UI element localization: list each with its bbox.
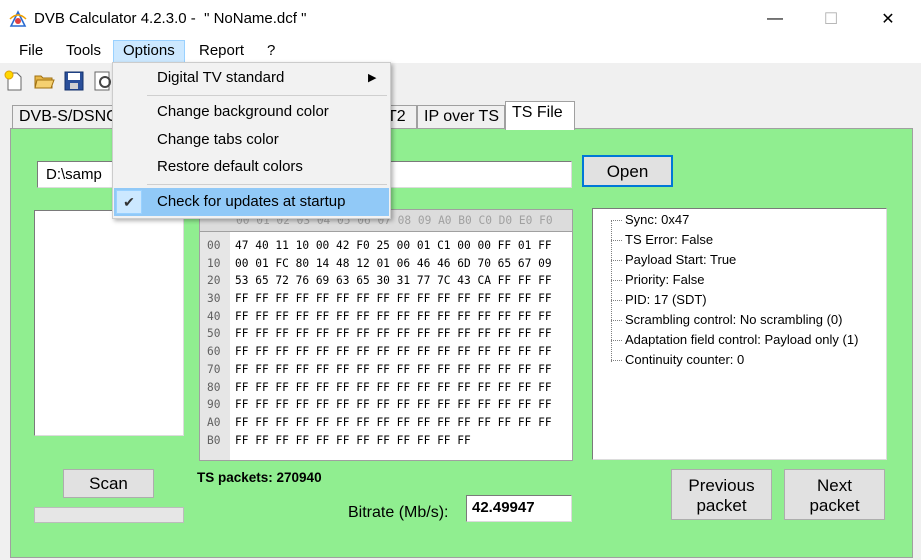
submenu-arrow-icon: ▶	[368, 72, 377, 84]
previous-packet-label-line2: packet	[696, 496, 747, 515]
hex-offset: 20	[207, 274, 221, 288]
bitrate-value[interactable]: 42.49947	[466, 495, 572, 522]
open-folder-icon[interactable]	[33, 70, 55, 92]
menu-separator	[147, 95, 387, 96]
menu-options[interactable]: Options	[113, 40, 185, 63]
hex-bytes: 53 65 72 76 69 63 65 30 31 77 7C 43 CA F…	[235, 274, 552, 288]
menu-file[interactable]: File	[10, 40, 52, 63]
tree-item-payload-start[interactable]: Payload Start: True	[593, 250, 886, 270]
tab-ts-file[interactable]: TS File	[505, 101, 575, 130]
app-logo-icon	[9, 10, 27, 28]
hex-offset: 80	[207, 380, 221, 394]
menu-tools[interactable]: Tools	[57, 40, 110, 63]
hex-offset: A0	[207, 415, 221, 429]
title-bar: DVB Calculator 4.2.3.0 - " NoName.dcf " …	[0, 0, 921, 37]
window-title: DVB Calculator 4.2.3.0 - " NoName.dcf "	[34, 10, 307, 27]
hex-bytes: FF FF FF FF FF FF FF FF FF FF FF FF FF F…	[235, 309, 552, 323]
hex-bytes: FF FF FF FF FF FF FF FF FF FF FF FF FF F…	[235, 292, 552, 306]
tree-item-ts-error[interactable]: TS Error: False	[593, 230, 886, 250]
next-packet-button[interactable]: Next packet	[784, 469, 885, 520]
hex-offset: 40	[207, 309, 221, 323]
new-file-icon[interactable]	[3, 70, 25, 92]
tree-item-sync[interactable]: Sync: 0x47	[593, 210, 886, 230]
hex-offset: 60	[207, 345, 221, 359]
hex-bytes: FF FF FF FF FF FF FF FF FF FF FF FF FF F…	[235, 327, 552, 341]
previous-packet-label-line1: Previous	[688, 476, 755, 495]
tree-item-scrambling-control[interactable]: Scrambling control: No scrambling (0)	[593, 310, 886, 330]
open-button[interactable]: Open	[582, 155, 673, 187]
hex-view[interactable]: 00 01 02 03 04 05 06 07 08 09 A0 B0 C0 D…	[199, 209, 573, 461]
maximize-button[interactable]: ☐	[808, 0, 854, 37]
menu-item-change-tabs-color[interactable]: Change tabs color	[114, 127, 389, 153]
previous-packet-button[interactable]: Previous packet	[671, 469, 772, 520]
hex-offset: 50	[207, 327, 221, 341]
tree-item-adaptation-field-control[interactable]: Adaptation field control: Payload only (…	[593, 330, 886, 350]
scan-button[interactable]: Scan	[63, 469, 154, 498]
scan-progress-bar	[34, 507, 184, 523]
hex-bytes: FF FF FF FF FF FF FF FF FF FF FF FF FF F…	[235, 362, 552, 376]
hex-offset: B0	[207, 433, 221, 447]
ts-packets-label: TS packets: 270940	[197, 470, 322, 485]
print-preview-icon[interactable]	[92, 70, 114, 92]
hex-bytes: FF FF FF FF FF FF FF FF FF FF FF FF	[235, 433, 471, 447]
menu-bar: File Tools Options Report ?	[0, 37, 921, 63]
menu-help[interactable]: ?	[258, 40, 284, 63]
hex-offset: 00	[207, 239, 221, 252]
program-list[interactable]	[34, 210, 184, 436]
hex-offset: 10	[207, 256, 221, 270]
menu-separator	[147, 184, 387, 185]
close-button[interactable]: ✕	[865, 0, 911, 37]
tab-ip-over-ts[interactable]: IP over TS	[417, 105, 505, 129]
tree-item-continuity-counter[interactable]: Continuity counter: 0	[593, 350, 886, 370]
hex-bytes: 00 01 FC 80 14 48 12 01 06 46 46 6D 70 6…	[235, 256, 552, 270]
menu-item-check-for-updates[interactable]: Check for updates at startup	[114, 189, 389, 215]
packet-info-tree[interactable]: Sync: 0x47 TS Error: False Payload Start…	[592, 208, 887, 460]
hex-bytes: FF FF FF FF FF FF FF FF FF FF FF FF FF F…	[235, 345, 552, 359]
bitrate-label: Bitrate (Mb/s):	[348, 504, 449, 521]
hex-bytes: FF FF FF FF FF FF FF FF FF FF FF FF FF F…	[235, 415, 552, 429]
hex-offset: 90	[207, 398, 221, 412]
save-icon[interactable]	[63, 70, 85, 92]
hex-offset: 70	[207, 362, 221, 376]
menu-report[interactable]: Report	[190, 40, 253, 63]
hex-bytes: FF FF FF FF FF FF FF FF FF FF FF FF FF F…	[235, 398, 552, 412]
options-menu: Digital TV standard ▶ Change background …	[112, 62, 391, 219]
minimize-button[interactable]: —	[752, 0, 798, 37]
menu-item-digital-tv-standard[interactable]: Digital TV standard	[114, 65, 389, 91]
tree-item-pid[interactable]: PID: 17 (SDT)	[593, 290, 886, 310]
next-packet-label-line2: packet	[809, 496, 860, 515]
hex-bytes: 47 40 11 10 00 42 F0 25 00 01 C1 00 00 F…	[235, 239, 552, 252]
hex-bytes: FF FF FF FF FF FF FF FF FF FF FF FF FF F…	[235, 380, 552, 394]
next-packet-label-line1: Next	[817, 476, 852, 495]
tree-item-priority[interactable]: Priority: False	[593, 270, 886, 290]
menu-item-change-background-color[interactable]: Change background color	[114, 99, 389, 125]
tab-dvb-s-dsng[interactable]: DVB-S/DSNG	[12, 105, 127, 129]
hex-offset: 30	[207, 292, 221, 306]
menu-item-restore-default-colors[interactable]: Restore default colors	[114, 154, 389, 180]
